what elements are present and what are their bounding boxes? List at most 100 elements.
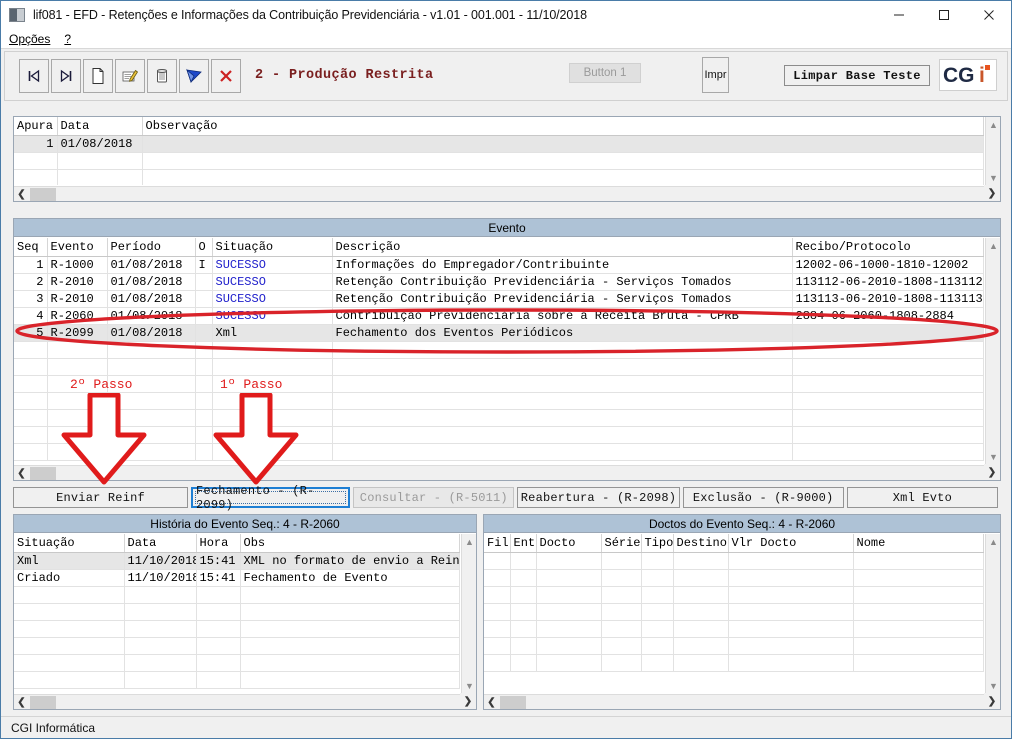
table-row[interactable] bbox=[14, 152, 984, 170]
table-row[interactable] bbox=[14, 409, 984, 427]
doctos-col-ent[interactable]: Ent bbox=[510, 534, 537, 553]
table-row[interactable] bbox=[14, 169, 984, 185]
scroll-up-icon[interactable]: ▲ bbox=[986, 117, 1001, 132]
scroll-thumb[interactable] bbox=[30, 696, 56, 709]
new-record-icon[interactable] bbox=[83, 59, 113, 93]
evento-col-situacao[interactable]: Situação bbox=[212, 238, 333, 257]
table-row[interactable] bbox=[14, 620, 460, 638]
table-row[interactable] bbox=[484, 552, 984, 570]
scroll-down-icon[interactable]: ▼ bbox=[462, 678, 477, 693]
doctos-col-serie[interactable]: Série bbox=[601, 534, 642, 553]
historia-col-obs[interactable]: Obs bbox=[240, 534, 460, 553]
last-record-icon[interactable] bbox=[51, 59, 81, 93]
scroll-thumb[interactable] bbox=[30, 467, 56, 480]
scroll-left-icon[interactable]: ❮ bbox=[14, 466, 29, 481]
edit-record-icon[interactable] bbox=[115, 59, 145, 93]
evento-col-seq[interactable]: Seq bbox=[14, 238, 48, 257]
scroll-left-icon[interactable]: ❮ bbox=[14, 187, 29, 202]
historia-vertical-scrollbar[interactable]: ▲ ▼ bbox=[461, 534, 476, 693]
reabertura-r2098-button[interactable]: Reabertura - (R-2098) bbox=[517, 487, 680, 508]
delete-record-icon[interactable] bbox=[147, 59, 177, 93]
scroll-up-icon[interactable]: ▲ bbox=[986, 534, 1001, 549]
clear-test-base-button[interactable]: Limpar Base Teste bbox=[784, 65, 930, 86]
scroll-up-icon[interactable]: ▲ bbox=[462, 534, 477, 549]
doctos-col-docto[interactable]: Docto bbox=[536, 534, 602, 553]
apuracao-vertical-scrollbar[interactable]: ▲ ▼ bbox=[985, 117, 1000, 185]
table-row[interactable]: 1 01/08/2018 bbox=[14, 135, 984, 153]
table-row[interactable] bbox=[14, 671, 460, 689]
table-row[interactable] bbox=[14, 654, 460, 672]
table-row[interactable]: 5 R-2099 01/08/2018 Xml Fechamento dos E… bbox=[14, 324, 984, 342]
xml-evto-button[interactable]: Xml Evto bbox=[846, 487, 999, 508]
historia-horizontal-scrollbar[interactable]: ❮ bbox=[14, 694, 460, 709]
send-record-icon[interactable] bbox=[179, 59, 209, 93]
apuracao-col-apura[interactable]: Apura bbox=[14, 117, 58, 136]
table-row[interactable] bbox=[14, 358, 984, 376]
table-row[interactable] bbox=[14, 443, 984, 461]
exclusao-r9000-button[interactable]: Exclusão - (R-9000) bbox=[682, 487, 844, 508]
evento-horizontal-scrollbar[interactable]: ❮ bbox=[14, 465, 984, 480]
evento-col-o[interactable]: O bbox=[195, 238, 213, 257]
table-row[interactable] bbox=[14, 392, 984, 410]
table-row[interactable]: Criado 11/10/2018 15:41 Fechamento de Ev… bbox=[14, 569, 460, 587]
scroll-down-icon[interactable]: ▼ bbox=[986, 449, 1001, 464]
evento-col-descricao[interactable]: Descrição bbox=[332, 238, 793, 257]
scroll-right-icon[interactable]: ❯ bbox=[460, 693, 476, 709]
apuracao-col-observacao[interactable]: Observação bbox=[142, 117, 984, 136]
doctos-col-vlr-docto[interactable]: Vlr Docto bbox=[728, 534, 854, 553]
doctos-vertical-scrollbar[interactable]: ▲ ▼ bbox=[985, 534, 1000, 693]
fechamento-r2099-button[interactable]: Fechamento - (R-2099) bbox=[191, 484, 351, 512]
table-row[interactable] bbox=[14, 603, 460, 621]
menu-item-help[interactable]: ? bbox=[64, 32, 71, 46]
scroll-up-icon[interactable]: ▲ bbox=[986, 238, 1001, 253]
evento-col-periodo[interactable]: Período bbox=[107, 238, 196, 257]
button-1[interactable]: Button 1 bbox=[569, 63, 641, 83]
scroll-right-icon[interactable]: ❯ bbox=[984, 693, 1000, 709]
table-row[interactable]: 2 R-2010 01/08/2018 SUCESSO Retenção Con… bbox=[14, 273, 984, 291]
minimize-icon[interactable] bbox=[876, 1, 921, 29]
table-row[interactable] bbox=[14, 341, 984, 359]
table-row[interactable] bbox=[14, 375, 984, 393]
scroll-thumb[interactable] bbox=[500, 696, 526, 709]
doctos-col-fil[interactable]: Fil bbox=[484, 534, 511, 553]
maximize-icon[interactable] bbox=[921, 1, 966, 29]
apuracao-col-data[interactable]: Data bbox=[57, 117, 143, 136]
table-row[interactable] bbox=[484, 637, 984, 655]
scroll-right-icon[interactable]: ❯ bbox=[984, 464, 1000, 480]
table-row[interactable]: 1 R-1000 01/08/2018 I SUCESSO Informaçõe… bbox=[14, 256, 984, 274]
scroll-down-icon[interactable]: ▼ bbox=[986, 678, 1001, 693]
scroll-down-icon[interactable]: ▼ bbox=[986, 170, 1001, 185]
table-row[interactable] bbox=[14, 637, 460, 655]
menu-item-opcoes[interactable]: Opções bbox=[9, 32, 50, 46]
cancel-record-icon[interactable] bbox=[211, 59, 241, 93]
doctos-col-nome[interactable]: Nome bbox=[853, 534, 984, 553]
scroll-right-icon[interactable]: ❯ bbox=[984, 185, 1000, 201]
table-row[interactable] bbox=[484, 654, 984, 672]
table-row[interactable] bbox=[484, 620, 984, 638]
evento-vertical-scrollbar[interactable]: ▲ ▼ bbox=[985, 238, 1000, 464]
table-row[interactable] bbox=[484, 586, 984, 604]
historia-col-data[interactable]: Data bbox=[124, 534, 197, 553]
table-row[interactable]: 3 R-2010 01/08/2018 SUCESSO Retenção Con… bbox=[14, 290, 984, 308]
scroll-thumb[interactable] bbox=[30, 188, 56, 201]
scroll-left-icon[interactable]: ❮ bbox=[14, 695, 29, 710]
historia-col-hora[interactable]: Hora bbox=[196, 534, 241, 553]
first-record-icon[interactable] bbox=[19, 59, 49, 93]
scroll-left-icon[interactable]: ❮ bbox=[484, 695, 499, 710]
table-row[interactable] bbox=[14, 586, 460, 604]
table-row[interactable] bbox=[14, 426, 984, 444]
close-icon[interactable] bbox=[966, 1, 1011, 29]
doctos-col-destino[interactable]: Destino bbox=[673, 534, 729, 553]
evento-col-evento[interactable]: Evento bbox=[47, 238, 108, 257]
table-row[interactable] bbox=[484, 569, 984, 587]
doctos-horizontal-scrollbar[interactable]: ❮ bbox=[484, 694, 984, 709]
table-row[interactable] bbox=[484, 603, 984, 621]
table-row[interactable]: Xml 11/10/2018 15:41 XML no formato de e… bbox=[14, 552, 460, 570]
doctos-col-tipo[interactable]: Tipo bbox=[641, 534, 674, 553]
table-row[interactable]: 4 R-2060 01/08/2018 SUCESSO Contribuição… bbox=[14, 307, 984, 325]
apuracao-horizontal-scrollbar[interactable]: ❮ bbox=[14, 186, 984, 201]
print-button[interactable]: Impr bbox=[702, 57, 729, 93]
enviar-reinf-button[interactable]: Enviar Reinf bbox=[13, 487, 189, 508]
evento-col-recibo[interactable]: Recibo/Protocolo bbox=[792, 238, 984, 257]
historia-col-situacao[interactable]: Situação bbox=[14, 534, 125, 553]
